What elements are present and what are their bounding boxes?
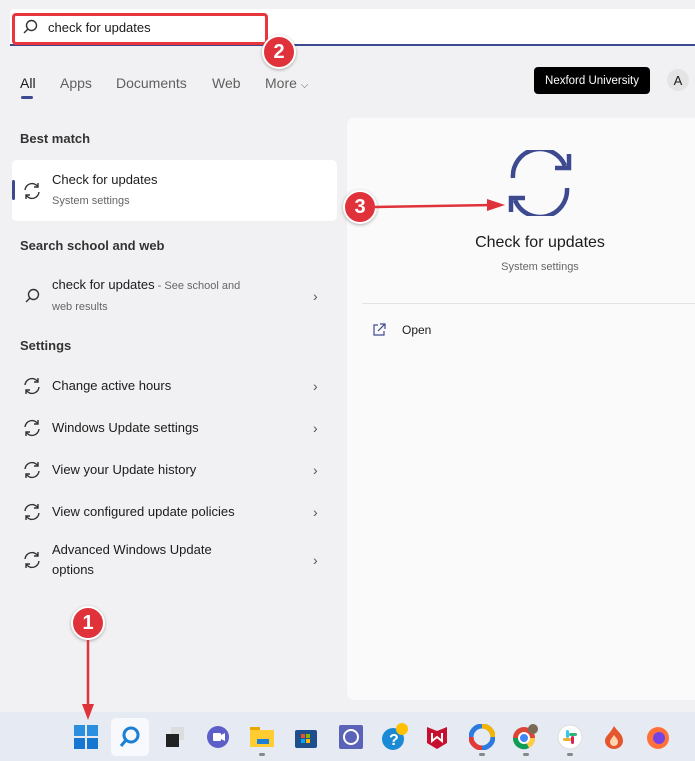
- chevron-right-icon: ›: [313, 504, 318, 520]
- svg-text:?: ?: [389, 732, 399, 749]
- settings-item-label: View configured update policies: [52, 504, 235, 519]
- settings-item-label-cont: options: [52, 562, 94, 577]
- sync-icon: [12, 502, 52, 522]
- settings-item[interactable]: View your Update history ›: [12, 450, 337, 490]
- slack-icon[interactable]: [555, 722, 585, 752]
- preview-title: Check for updates: [475, 234, 605, 251]
- running-indicator: [259, 753, 265, 756]
- school-web-suffix2: web results: [52, 301, 108, 313]
- annotation-arrow-3: [375, 199, 505, 211]
- sync-icon: [12, 460, 52, 480]
- sync-icon: [12, 181, 52, 201]
- open-button[interactable]: Open: [372, 323, 431, 337]
- open-label: Open: [402, 323, 432, 337]
- best-match-item[interactable]: Check for updates System settings: [12, 160, 337, 221]
- annotation-box: [12, 13, 268, 45]
- browser-icon[interactable]: [467, 722, 497, 752]
- chevron-down-icon: ⌵: [300, 80, 309, 91]
- settings-heading: Settings: [20, 338, 72, 353]
- search-icon: [119, 726, 140, 747]
- settings-item-label: Change active hours: [52, 378, 172, 393]
- best-match-heading: Best match: [20, 131, 91, 146]
- preview-subtitle: System settings: [501, 261, 579, 273]
- tab-all[interactable]: All: [20, 75, 36, 91]
- get-help-icon[interactable]: ?: [380, 722, 410, 752]
- settings-item-label: View your Update history: [52, 462, 197, 477]
- settings-item-label: Windows Update settings: [52, 420, 199, 435]
- settings-item[interactable]: View configured update policies ›: [12, 492, 337, 532]
- tab-more-label: More: [265, 75, 297, 91]
- school-web-item[interactable]: check for updates - See school and web re…: [12, 276, 337, 316]
- annotation-badge-3: 3: [343, 190, 377, 224]
- settings-item[interactable]: Advanced Windows Update options ›: [12, 534, 337, 586]
- chevron-right-icon: ›: [313, 552, 318, 568]
- tab-apps[interactable]: Apps: [60, 75, 92, 91]
- sync-icon: [12, 418, 52, 438]
- mcafee-icon[interactable]: [422, 722, 452, 752]
- start-button[interactable]: [71, 722, 101, 752]
- school-web-suffix: - See school and: [154, 280, 241, 292]
- app-flame-icon[interactable]: [599, 722, 629, 752]
- running-indicator: [523, 753, 529, 756]
- selection-indicator: [12, 180, 15, 200]
- chevron-right-icon: ›: [313, 288, 318, 304]
- sync-large-icon: [508, 150, 572, 216]
- running-indicator: [479, 753, 485, 756]
- sync-icon: [12, 376, 52, 396]
- organization-button[interactable]: Nexford University: [534, 67, 650, 94]
- open-external-icon: [373, 323, 386, 336]
- chevron-right-icon: ›: [313, 420, 318, 436]
- settings-item[interactable]: Windows Update settings ›: [12, 408, 337, 448]
- settings-item[interactable]: Change active hours ›: [12, 366, 337, 406]
- tab-web[interactable]: Web: [212, 75, 241, 91]
- teams-chat-icon[interactable]: [203, 722, 233, 752]
- annotation-badge-2: 2: [262, 35, 296, 69]
- search-icon: [12, 288, 52, 304]
- best-match-subtitle: System settings: [52, 195, 130, 207]
- tab-more[interactable]: More ⌵: [265, 75, 308, 91]
- taskbar-search-button[interactable]: [111, 718, 149, 756]
- annotation-badge-1: 1: [71, 606, 105, 640]
- sync-icon: [12, 550, 52, 570]
- divider: [362, 303, 695, 304]
- tab-indicator: [21, 96, 33, 99]
- avatar[interactable]: A: [667, 69, 689, 91]
- annotation-arrow-1: [82, 640, 94, 720]
- firefox-icon[interactable]: [643, 722, 673, 752]
- school-web-query: check for updates: [52, 277, 155, 292]
- app-icon[interactable]: [336, 722, 366, 752]
- microsoft-store-icon[interactable]: [291, 722, 321, 752]
- running-indicator: [567, 753, 573, 756]
- best-match-title: Check for updates: [52, 172, 158, 187]
- chevron-right-icon: ›: [313, 462, 318, 478]
- chrome-icon[interactable]: [510, 722, 540, 752]
- tab-documents[interactable]: Documents: [116, 75, 187, 91]
- settings-item-label: Advanced Windows Update: [52, 542, 212, 557]
- task-view-icon[interactable]: [160, 722, 190, 752]
- school-web-heading: Search school and web: [20, 238, 165, 253]
- file-explorer-icon[interactable]: [247, 722, 277, 752]
- chevron-right-icon: ›: [313, 378, 318, 394]
- windows-logo-icon: [74, 725, 98, 749]
